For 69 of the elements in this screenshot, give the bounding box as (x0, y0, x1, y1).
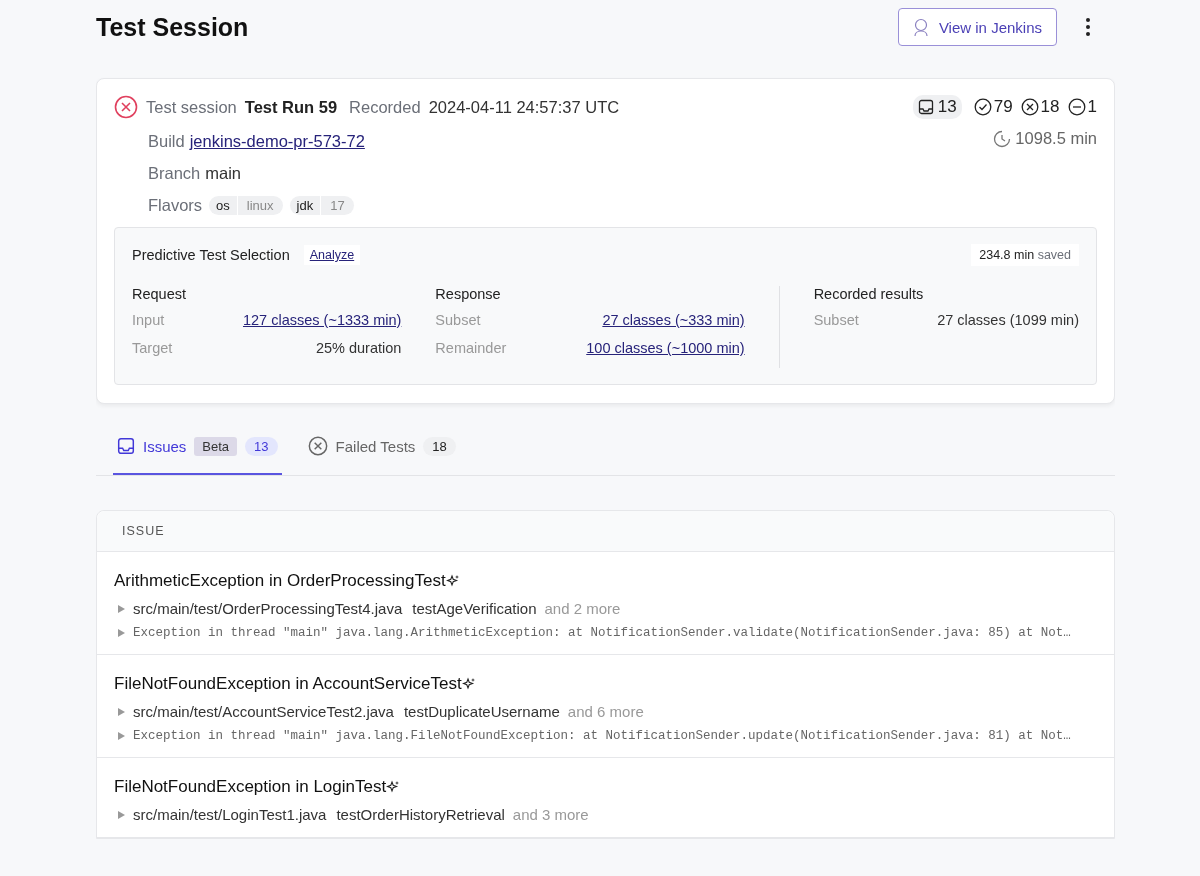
stack-trace: Exception in thread "main" java.lang.FileNotFoundException: at NotificationSender.update(NotificationSender.java: 81) at Not… (133, 729, 1071, 743)
file-path: src/main/test/AccountServiceTest2.java (133, 703, 394, 720)
test-name: testOrderHistoryRetrieval (336, 806, 505, 823)
analyze-link[interactable]: Analyze (303, 245, 361, 265)
expand-icon[interactable] (118, 707, 125, 716)
column-heading: Response (435, 286, 502, 302)
row-value: 27 classes (1099 min) (937, 312, 1079, 328)
column-heading: Request (132, 286, 187, 302)
issue-title[interactable]: FileNotFoundException in LoginTest (114, 777, 387, 797)
flavor-key: jdk (289, 196, 321, 215)
flavor-value: 17 (320, 196, 354, 215)
flavor-value: linux (236, 196, 283, 215)
file-path: src/main/test/OrderProcessingTest4.java (133, 600, 403, 617)
view-in-jenkins-button[interactable]: View in Jenkins (897, 8, 1057, 46)
test-name: testDuplicateUsername (403, 703, 560, 720)
duration: 1098.5 min (1015, 129, 1097, 148)
branch-label: Branch (148, 164, 201, 183)
page-title: Test Session (96, 12, 249, 42)
test-name: testAgeVerification (412, 600, 537, 617)
expand-icon[interactable] (118, 810, 125, 819)
pts-title: Predictive Test Selection (132, 247, 290, 263)
build-label: Build (148, 132, 185, 151)
session-name: Test Run 59 (244, 97, 338, 117)
issue-title[interactable]: FileNotFoundException in AccountServiceTest (114, 674, 462, 694)
row-label: Subset (435, 312, 481, 328)
sparkle-icon (445, 574, 460, 588)
issue-title[interactable]: ArithmeticException in OrderProcessingTest (114, 571, 446, 591)
expand-icon[interactable] (118, 732, 125, 740)
row-label: Remainder (435, 340, 507, 356)
column-heading: Recorded results (813, 286, 925, 302)
file-path: src/main/test/LoginTest1.java (133, 806, 327, 823)
build-link[interactable]: jenkins-demo-pr-573-72 (189, 132, 365, 151)
stack-trace: Exception in thread "main" java.lang.ArithmeticException: at NotificationSender.validate(NotificationSender.java: 85) at Not… (133, 626, 1071, 640)
x-circle-icon (307, 436, 328, 456)
flavors-label: Flavors (148, 196, 203, 215)
value-link[interactable]: 100 classes (~1000 min) (586, 340, 745, 356)
value-link[interactable]: 127 classes (~1333 min) (243, 312, 402, 328)
tab[interactable]: Failed Tests 18 (303, 436, 460, 475)
row-label: Subset (813, 312, 859, 328)
x-circle-icon (1020, 98, 1039, 116)
sparkle-icon (461, 677, 476, 691)
check-circle-icon (973, 98, 992, 116)
row-label: Target (132, 340, 173, 356)
expand-icon[interactable] (118, 604, 125, 613)
more-tests: and 3 more (512, 806, 589, 823)
branch-name: main (205, 164, 242, 183)
session-label: Test session (146, 97, 237, 117)
minus-circle-icon (1067, 98, 1086, 116)
clock-icon (993, 129, 1012, 148)
more-tests: and 2 more (544, 600, 621, 617)
skipped-count: 1 (1087, 97, 1097, 117)
flavor-key: os (209, 196, 237, 215)
issues-count: 13 (937, 97, 957, 117)
saved-time: 234.8 min saved (971, 244, 1079, 266)
row-label: Input (132, 312, 165, 328)
expand-icon[interactable] (118, 629, 125, 637)
inbox-icon (117, 437, 135, 455)
passed-count: 79 (993, 97, 1013, 117)
more-tests: and 6 more (567, 703, 644, 720)
sparkle-icon (386, 780, 401, 794)
recorded-label: Recorded (349, 97, 421, 117)
row-value: 25% duration (315, 340, 402, 356)
value-link[interactable]: 27 classes (~333 min) (602, 312, 745, 328)
tab[interactable]: Issues Beta 13 (113, 436, 282, 475)
failed-count: 18 (1040, 97, 1060, 117)
column-header: ISSUE (97, 511, 1114, 552)
inbox-icon (917, 99, 934, 115)
recorded-time: 2024-04-11 24:57:37 UTC (428, 97, 620, 117)
more-options-icon[interactable] (1085, 17, 1091, 37)
